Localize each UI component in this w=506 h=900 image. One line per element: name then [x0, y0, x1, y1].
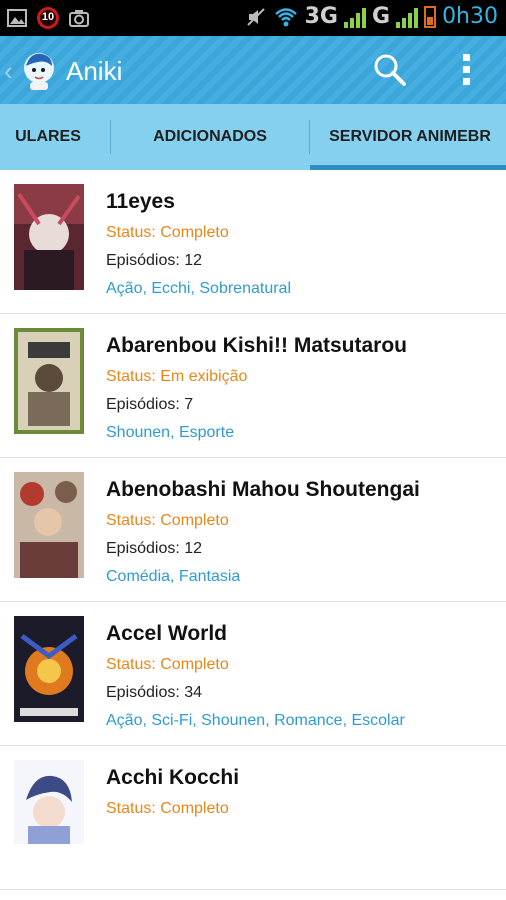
anime-episodes: Episódios: 12	[106, 252, 203, 269]
network-3g-label: 3G	[304, 4, 338, 29]
tab-label: ADICIONADOS	[153, 128, 267, 145]
anime-episodes: Episódios: 34	[106, 684, 203, 701]
tab-bar: ULARES ADICIONADOS SERVIDOR ANIMEBR	[0, 104, 506, 170]
search-icon[interactable]	[372, 52, 408, 88]
list-item[interactable]: Abenobashi Mahou Shoutengai Status: Comp…	[0, 458, 506, 602]
up-caret-icon[interactable]: ‹	[4, 56, 13, 87]
tab-label: SERVIDOR ANIMEBR	[329, 128, 491, 145]
anime-title: Acchi Kocchi	[106, 766, 240, 789]
signal-strength-icon	[344, 6, 366, 28]
network-g-label: G	[372, 4, 391, 29]
overflow-menu-icon[interactable]	[456, 52, 476, 88]
cover-image	[14, 616, 84, 722]
mute-icon	[246, 7, 265, 26]
anime-title: 11eyes	[106, 190, 175, 213]
anime-title: Accel World	[106, 622, 227, 645]
signal-strength-2-icon	[396, 6, 419, 28]
list-item[interactable]: 11eyes Status: Completo Episódios: 12 Aç…	[0, 170, 506, 314]
tab-populares[interactable]: ULARES	[0, 104, 110, 170]
action-bar: ‹ Aniki	[0, 36, 506, 104]
anime-genres: Shounen, Esporte	[106, 424, 235, 441]
anime-genres: Ação, Ecchi, Sobrenatural	[106, 280, 291, 297]
anime-status: Status: Completo	[106, 224, 229, 241]
notification-badge: 10	[36, 6, 60, 30]
cover-image	[14, 760, 84, 844]
gallery-icon	[7, 9, 27, 27]
battery-icon	[424, 5, 437, 28]
anime-list[interactable]: 11eyes Status: Completo Episódios: 12 Aç…	[0, 170, 506, 900]
cover-image	[14, 472, 84, 578]
cover-image	[14, 328, 84, 434]
tab-label: ULARES	[15, 128, 81, 145]
anime-status: Status: Completo	[106, 512, 229, 529]
cover-image	[14, 184, 84, 290]
wifi-icon	[274, 7, 297, 26]
clock: 0h30	[442, 4, 498, 29]
app-title: Aniki	[66, 56, 123, 86]
tab-adicionados[interactable]: ADICIONADOS	[111, 104, 309, 170]
tab-servidor-animebr[interactable]: SERVIDOR ANIMEBR	[310, 104, 506, 170]
anime-episodes: Episódios: 12	[106, 540, 203, 557]
anime-title: Abarenbou Kishi!! Matsutarou	[106, 334, 408, 357]
app-logo[interactable]	[18, 48, 60, 92]
list-item[interactable]: Accel World Status: Completo Episódios: …	[0, 602, 506, 746]
anime-status: Status: Completo	[106, 656, 229, 673]
list-item[interactable]: Acchi Kocchi Status: Completo	[0, 746, 506, 890]
anime-genres: Comédia, Fantasia	[106, 568, 241, 585]
anime-genres: Ação, Sci-Fi, Shounen, Romance, Escolar	[106, 712, 405, 729]
list-item[interactable]: Abarenbou Kishi!! Matsutarou Status: Em …	[0, 314, 506, 458]
anime-episodes: Episódios: 7	[106, 396, 194, 413]
anime-status: Status: Completo	[106, 800, 229, 817]
anime-title: Abenobashi Mahou Shoutengai	[106, 478, 420, 501]
camera-icon	[69, 10, 89, 27]
status-bar: 10 3G G 0h30	[0, 0, 506, 36]
anime-status: Status: Em exibição	[106, 368, 248, 385]
